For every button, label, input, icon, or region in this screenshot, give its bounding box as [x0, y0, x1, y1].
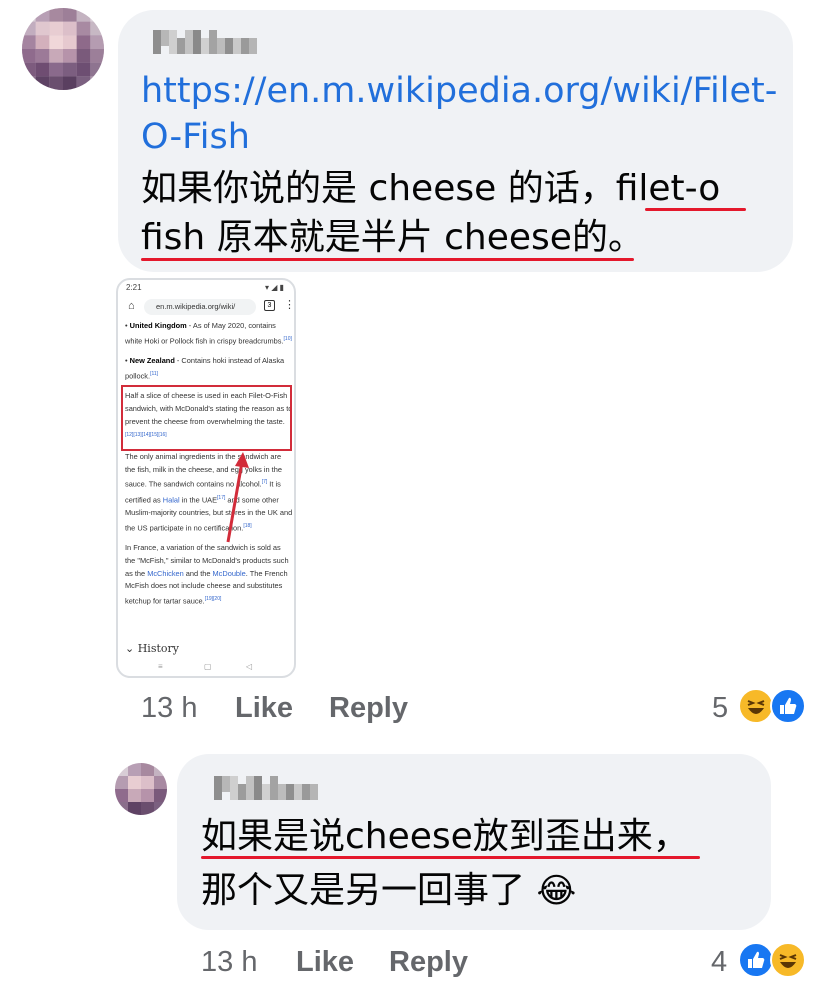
like-button[interactable]: Like [296, 946, 354, 979]
author-name-blurred[interactable] [140, 30, 270, 54]
reply-timestamp[interactable]: 13 h [201, 946, 257, 979]
reaction-count[interactable]: 5 [712, 692, 728, 725]
back-icon: ◁ [246, 662, 253, 671]
comment-text-underlined: fish 原本就是半片 cheese的 [141, 217, 608, 258]
android-nav-bar: ≡ ▢ ◁ [118, 662, 294, 676]
reply-text-line1: 如果是说cheese放到歪出来， [201, 812, 689, 862]
tears-of-joy-icon: 😂 [536, 871, 577, 911]
haha-icon[interactable] [770, 942, 806, 978]
replier-avatar[interactable] [115, 763, 167, 815]
red-arrow-icon [226, 452, 249, 543]
reply-text-line2: 那个又是另一回事了 😂 [201, 866, 576, 916]
like-icon[interactable] [770, 688, 806, 724]
like-button[interactable]: Like [235, 692, 293, 725]
haha-icon[interactable] [738, 688, 774, 724]
comment-text-underlined: filet-o [615, 168, 721, 209]
wikipedia-link[interactable]: https://en.m.wikipedia.org/wiki/Filet-O-… [141, 68, 781, 160]
recent-apps-icon: ≡ [158, 662, 163, 671]
screenshot-attachment[interactable]: 2:21 ▾ ◢ ▮ ⌂ en.m.wikipedia.org/wiki/ 3 … [116, 278, 296, 678]
commenter-avatar[interactable] [22, 8, 104, 90]
home-nav-icon: ▢ [204, 662, 212, 671]
reply-text-plain: ， [652, 816, 689, 857]
comment-text-line1: 如果你说的是 cheese 的话，filet-o [141, 164, 720, 214]
comment-timestamp[interactable]: 13 h [141, 692, 197, 725]
reply-button[interactable]: Reply [329, 692, 408, 725]
like-icon[interactable] [738, 942, 774, 978]
reply-button[interactable]: Reply [389, 946, 468, 979]
comment-text-plain: 如果你说的是 cheese 的话， [141, 168, 616, 209]
reply-text-plain: 那个又是另一回事了 [201, 870, 526, 911]
comment-text-plain: 。 [607, 217, 644, 258]
reaction-count[interactable]: 4 [711, 946, 727, 979]
red-underline [645, 208, 746, 211]
red-underline [141, 258, 634, 261]
comment-text-line2: fish 原本就是半片 cheese的。 [141, 213, 644, 263]
red-underline [201, 856, 700, 859]
history-section: ⌄ History [125, 642, 179, 655]
reply-text-underlined: 如果是说cheese放到歪出来 [201, 816, 653, 857]
replier-name-blurred[interactable] [201, 776, 331, 800]
